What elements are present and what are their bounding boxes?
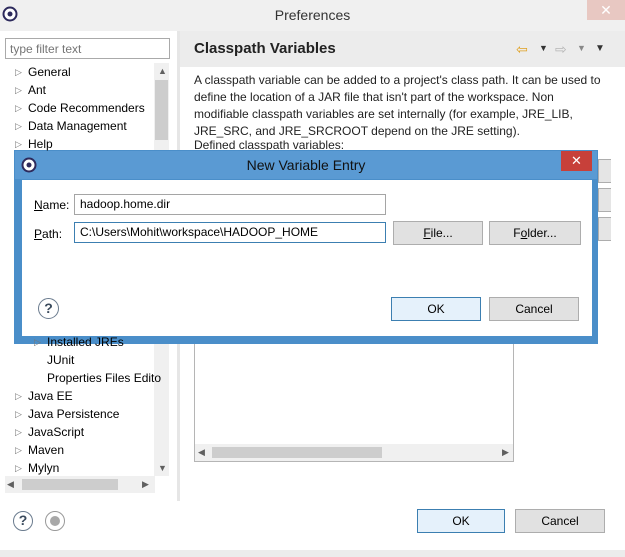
expand-arrow-icon[interactable]: ▷	[15, 459, 23, 477]
tree-item[interactable]: General	[28, 63, 71, 81]
expand-arrow-icon[interactable]: ▷	[15, 405, 23, 423]
remove-variable-button[interactable]	[598, 217, 611, 241]
close-icon: ✕	[600, 2, 612, 18]
filter-input[interactable]	[5, 38, 170, 59]
tree-item[interactable]: Mylyn	[28, 459, 59, 477]
new-variable-button[interactable]	[598, 159, 611, 183]
close-icon: ✕	[571, 153, 582, 168]
scroll-up-icon[interactable]: ▲	[158, 66, 167, 76]
tree-item[interactable]: JavaScript	[28, 423, 84, 441]
forward-dropdown-icon[interactable]: ▼	[577, 43, 586, 53]
expand-arrow-icon[interactable]: ▷	[15, 117, 23, 135]
help-icon[interactable]: ?	[38, 298, 59, 319]
expand-arrow-icon[interactable]: ▷	[15, 423, 23, 441]
back-dropdown-icon[interactable]: ▼	[539, 43, 548, 53]
expand-arrow-icon[interactable]: ▷	[15, 63, 23, 81]
expand-arrow-icon[interactable]: ▷	[15, 441, 23, 459]
ok-button[interactable]: OK	[417, 509, 505, 533]
tree-vertical-scroll-thumb[interactable]	[155, 80, 168, 140]
view-menu-icon[interactable]: ▼	[595, 43, 605, 54]
tree-item[interactable]: Ant	[28, 81, 46, 99]
tree-item[interactable]: Help	[28, 135, 53, 153]
tree-item[interactable]: Properties Files Edito	[47, 369, 161, 387]
back-arrow-icon[interactable]: ⇦	[516, 41, 528, 58]
file-button[interactable]: File...	[393, 221, 483, 245]
tree-item[interactable]: Java EE	[28, 387, 73, 405]
tree-item[interactable]: Installed JREs	[47, 333, 124, 351]
folder-button[interactable]: Folder...	[489, 221, 581, 245]
dialog-title: New Variable Entry	[246, 157, 366, 173]
expand-arrow-icon[interactable]: ▷	[15, 81, 23, 99]
dialog-ok-button[interactable]: OK	[391, 297, 481, 321]
tree-item[interactable]: Java Persistence	[28, 405, 119, 423]
import-export-icon	[50, 516, 60, 526]
window-title: Preferences	[274, 7, 351, 23]
tree-item[interactable]: Data Management	[28, 117, 127, 135]
expand-arrow-icon[interactable]: ▷	[15, 387, 23, 405]
expand-arrow-icon[interactable]: ▷	[15, 99, 23, 117]
window-close-button[interactable]: ✕	[587, 0, 625, 20]
forward-arrow-icon[interactable]: ⇨	[555, 41, 567, 58]
list-horizontal-scroll-thumb[interactable]	[212, 447, 382, 458]
tree-item[interactable]: Maven	[28, 441, 64, 459]
cancel-button[interactable]: Cancel	[515, 509, 605, 533]
expand-arrow-icon[interactable]: ▷	[15, 135, 23, 153]
page-description: A classpath variable can be added to a p…	[194, 73, 601, 138]
scroll-left-icon[interactable]: ◀	[7, 479, 14, 490]
help-icon[interactable]: ?	[13, 511, 33, 531]
window-bottom-edge	[0, 550, 625, 557]
path-field[interactable]: C:\Users\Mohit\workspace\HADOOP_HOME	[74, 222, 386, 243]
expand-arrow-icon[interactable]: ▷	[34, 333, 42, 351]
scroll-right-icon[interactable]: ▶	[142, 479, 149, 490]
path-label: Path:	[34, 227, 63, 241]
dialog-cancel-button[interactable]: Cancel	[489, 297, 579, 321]
tree-horizontal-scroll-thumb[interactable]	[22, 479, 118, 490]
scroll-left-icon[interactable]: ◀	[198, 447, 205, 458]
scroll-right-icon[interactable]: ▶	[502, 447, 509, 458]
name-label: Name:	[34, 198, 70, 212]
page-title: Classpath Variables	[194, 40, 336, 57]
dialog-close-button[interactable]: ✕	[561, 151, 592, 171]
scroll-down-icon[interactable]: ▼	[158, 463, 167, 473]
name-field[interactable]: hadoop.home.dir	[74, 194, 386, 215]
tree-item[interactable]: Code Recommenders	[28, 99, 145, 117]
edit-variable-button[interactable]	[598, 188, 611, 212]
tree-item[interactable]: JUnit	[47, 351, 74, 369]
